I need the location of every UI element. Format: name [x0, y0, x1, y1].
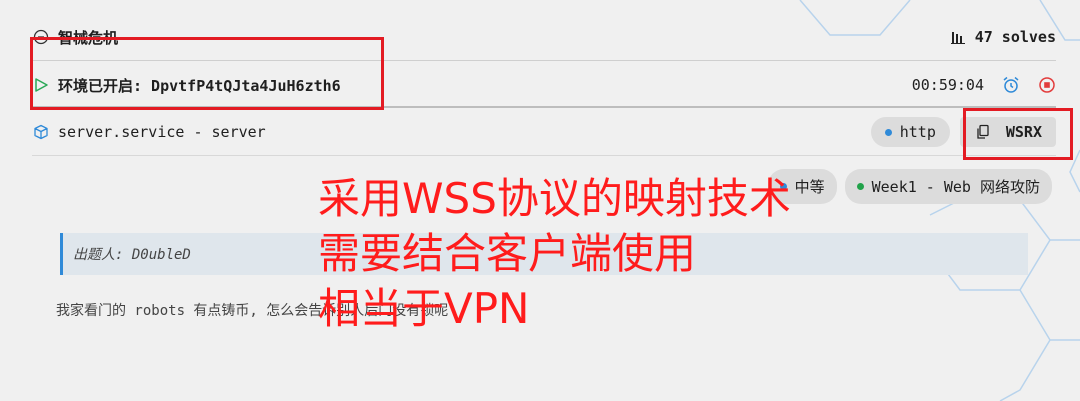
- environment-status: 环境已开启: DpvtfP4tQJta4JuH6zth6: [58, 76, 341, 95]
- divider: [32, 60, 1056, 61]
- alarm-clock-icon[interactable]: [1002, 76, 1020, 94]
- divider: [32, 106, 1056, 108]
- play-icon: [32, 76, 50, 94]
- challenge-tags: 中等 Week1 - Web 网络攻防: [767, 169, 1052, 204]
- countdown-timer: 00:59:04: [911, 76, 984, 94]
- solves-count: 47 solves: [949, 28, 1056, 46]
- category-tag: Week1 - Web 网络攻防: [844, 169, 1052, 204]
- wsrx-button[interactable]: WSRX: [959, 117, 1056, 147]
- protocol-badge[interactable]: http: [870, 117, 950, 147]
- box-icon: [32, 123, 50, 141]
- solves-label: 47 solves: [974, 28, 1056, 46]
- challenge-panel: 智械危机 47 solves 环境已开启: DpvtfP4tQJta4JuH6z…: [0, 0, 1080, 401]
- category-label: Week1 - Web 网络攻防: [871, 178, 1040, 196]
- challenge-header: 智械危机 47 solves: [32, 22, 1056, 52]
- protocol-label: http: [899, 123, 936, 141]
- annotation-line: 需要结合客户端使用: [318, 229, 697, 278]
- stop-icon[interactable]: [1038, 76, 1056, 94]
- category-dot: [856, 183, 864, 190]
- service-name: server.service - server: [58, 123, 266, 141]
- annotation-line: 采用WSS协议的映射技术: [318, 174, 791, 223]
- challenge-title: 智械危机: [58, 28, 119, 47]
- divider: [32, 155, 1056, 156]
- difficulty-label: 中等: [794, 178, 825, 196]
- copy-icon: [974, 123, 992, 141]
- annotation-line: 相当于VPN: [318, 284, 530, 333]
- annotation-text: 采用WSS协议的映射技术 需要结合客户端使用 相当于VPN: [318, 171, 791, 336]
- environment-row: 环境已开启: DpvtfP4tQJta4JuH6zth6 00:59:04: [32, 70, 1056, 100]
- circle-minus-icon: [32, 28, 50, 46]
- author-text: 出题人: D0ubleD: [73, 247, 191, 263]
- protocol-dot: [884, 128, 892, 136]
- bar-chart-icon: [949, 28, 967, 46]
- service-row: server.service - server http WSRX: [32, 115, 1056, 149]
- wsrx-label: WSRX: [1005, 123, 1042, 141]
